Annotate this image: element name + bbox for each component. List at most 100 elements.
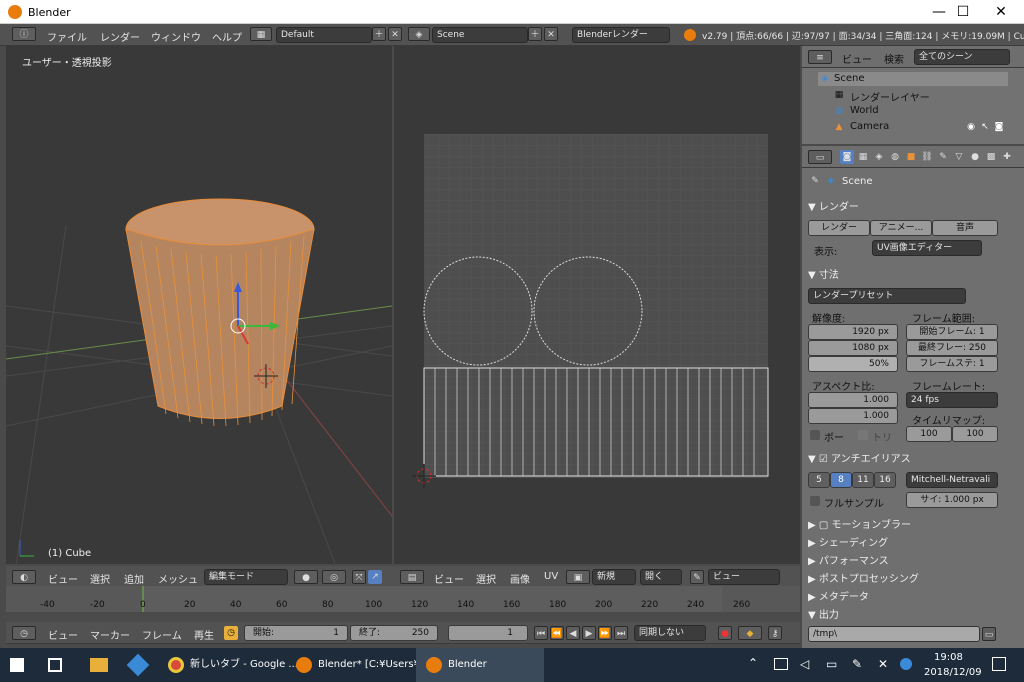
outliner-menu-view[interactable]: ビュー xyxy=(842,51,872,66)
network-icon[interactable]: ▭ xyxy=(826,657,837,671)
play-icon[interactable]: ▶ xyxy=(582,626,596,640)
record-icon[interactable]: ● xyxy=(718,626,732,640)
cloud-icon[interactable] xyxy=(900,658,912,670)
mode-select[interactable]: 編集モード xyxy=(204,569,288,585)
info-editor-icon[interactable]: ⓘ xyxy=(12,27,36,41)
new-image-button[interactable]: 新規 xyxy=(592,569,636,585)
menu-file[interactable]: ファイル xyxy=(47,29,87,44)
shading-icon[interactable]: ● xyxy=(294,570,318,584)
time-remap-new-field[interactable]: 100 xyxy=(952,426,998,442)
taskbar-item-blender-file[interactable]: Blender* [C:¥Users¥... xyxy=(318,648,429,682)
constraints-tab-icon[interactable]: ⛓ xyxy=(920,150,934,164)
aa-samples-16[interactable]: 16 xyxy=(874,472,896,488)
scene-tab-icon[interactable]: ◈ xyxy=(872,150,886,164)
select-cursor-icon[interactable]: ↖ xyxy=(978,120,992,134)
aa-samples-5[interactable]: 5 xyxy=(808,472,830,488)
jump-end-icon[interactable]: ⏭ xyxy=(614,626,628,640)
resolution-x-field[interactable]: 1920 px xyxy=(808,324,898,340)
uv-view-select[interactable]: ビュー xyxy=(708,569,780,585)
menu-window[interactable]: ウィンドウ xyxy=(151,29,201,44)
jump-start-icon[interactable]: ⏮ xyxy=(534,626,548,640)
metadata-section[interactable]: ▶ メタデータ xyxy=(808,588,869,603)
display-select[interactable]: UV画像エディター xyxy=(872,240,982,256)
keyframe-insert-icon[interactable]: ⚷ xyxy=(768,626,782,640)
performance-section[interactable]: ▶ パフォーマンス xyxy=(808,552,889,567)
uv-menu-select[interactable]: 選択 xyxy=(476,571,496,586)
antialiasing-section-header[interactable]: ▼ ☑ アンチエイリアス xyxy=(808,450,911,465)
menu-render[interactable]: レンダー xyxy=(100,29,140,44)
screen-layout-field[interactable]: Default xyxy=(276,27,372,43)
3d-viewport[interactable]: ユーザー・透視投影 (1) Cube xyxy=(6,46,392,564)
visibility-eye-icon[interactable]: ◉ xyxy=(964,120,978,134)
add-scene-icon[interactable]: ＋ xyxy=(528,27,542,41)
texture-tab-icon[interactable]: ▩ xyxy=(984,150,998,164)
render-section-header[interactable]: ▼ レンダー xyxy=(808,198,859,213)
render-image-button[interactable]: レンダー xyxy=(808,220,870,236)
remove-screen-icon[interactable]: ✕ xyxy=(388,27,402,41)
menu-help[interactable]: ヘルプ xyxy=(212,29,242,44)
scene-icon[interactable]: ◈ xyxy=(408,27,430,41)
timeline-menu-playback[interactable]: 再生 xyxy=(194,627,214,642)
timeline-menu-view[interactable]: ビュー xyxy=(48,627,78,642)
scene-field[interactable]: Scene xyxy=(432,27,528,43)
chrome-icon[interactable] xyxy=(168,657,184,673)
post-processing-section[interactable]: ▶ ポストプロセッシング xyxy=(808,570,919,585)
tray-chevron-icon[interactable]: ⌃ xyxy=(748,656,758,670)
blender-taskbar-icon[interactable] xyxy=(296,657,312,673)
render-audio-button[interactable]: 音声 xyxy=(932,220,998,236)
volume-icon[interactable]: ◁ xyxy=(800,657,809,671)
uv-image-editor[interactable] xyxy=(394,46,800,564)
physics-tab-icon[interactable]: ✚ xyxy=(1000,150,1014,164)
remove-scene-icon[interactable]: ✕ xyxy=(544,27,558,41)
frame-rate-select[interactable]: 24 fps xyxy=(906,392,998,408)
viewport-menu-select[interactable]: 選択 xyxy=(90,571,110,586)
app-icon[interactable] xyxy=(126,653,150,677)
filter-size-field[interactable]: サイ: 1.000 px xyxy=(906,492,998,508)
start-button-icon[interactable] xyxy=(10,658,24,672)
image-browse-icon[interactable]: ▣ xyxy=(566,570,590,584)
material-tab-icon[interactable]: ● xyxy=(968,150,982,164)
outliner-item-scene[interactable]: Scene xyxy=(834,73,865,84)
render-layers-tab-icon[interactable]: ▦ xyxy=(856,150,870,164)
outliner-menu-search[interactable]: 検索 xyxy=(884,51,904,66)
play-reverse-icon[interactable]: ◀ xyxy=(566,626,580,640)
motion-blur-section[interactable]: ▶ ▢ モーションブラー xyxy=(808,516,911,531)
pivot-icon[interactable]: ◎ xyxy=(322,570,346,584)
viewport-menu-mesh[interactable]: メッシュ xyxy=(158,571,198,586)
render-animation-button[interactable]: アニメー... xyxy=(870,220,932,236)
uv-editor-type-icon[interactable]: ▤ xyxy=(400,570,424,584)
taskbar-item-blender[interactable]: Blender xyxy=(448,648,487,682)
aa-samples-11[interactable]: 11 xyxy=(852,472,874,488)
start-frame-field[interactable]: 開始: 1 xyxy=(244,625,348,641)
world-tab-icon[interactable]: ◍ xyxy=(888,150,902,164)
modifiers-tab-icon[interactable]: ✎ xyxy=(936,150,950,164)
end-frame-field[interactable]: 終了: 250 xyxy=(350,625,438,641)
render-tab-icon[interactable]: ◙ xyxy=(840,150,854,164)
properties-type-icon[interactable]: ▭ xyxy=(808,150,832,164)
timeline-type-icon[interactable]: ◷ xyxy=(12,626,36,640)
viewport-menu-add[interactable]: 追加 xyxy=(124,571,144,586)
open-image-button[interactable]: 開く xyxy=(640,569,682,585)
aa-filter-select[interactable]: Mitchell-Netravali xyxy=(906,472,998,488)
output-section-header[interactable]: ▼ 出力 xyxy=(808,606,839,621)
dimensions-section-header[interactable]: ▼ 寸法 xyxy=(808,266,839,281)
frame-end-field[interactable]: 最終フレー: 250 xyxy=(906,340,998,356)
object-tab-icon[interactable]: ■ xyxy=(904,150,918,164)
manipulator-icon[interactable]: ⤧ xyxy=(352,570,366,584)
frame-step-field[interactable]: フレームステ: 1 xyxy=(906,356,998,372)
uv-menu-image[interactable]: 画像 xyxy=(510,571,530,586)
notification-icon[interactable] xyxy=(992,657,1006,671)
folder-icon[interactable]: ▭ xyxy=(982,627,996,641)
crop-checkbox[interactable] xyxy=(858,430,868,440)
screen-layout-icon[interactable]: ▦ xyxy=(250,27,272,41)
viewport-menu-view[interactable]: ビュー xyxy=(48,571,78,586)
editor-type-icon[interactable]: ◐ xyxy=(12,570,36,584)
border-checkbox[interactable] xyxy=(810,430,820,440)
uv-menu-view[interactable]: ビュー xyxy=(434,571,464,586)
sync-mode-select[interactable]: 同期しない xyxy=(634,625,706,641)
battery-icon[interactable] xyxy=(774,658,788,670)
add-screen-icon[interactable]: ＋ xyxy=(372,27,386,41)
outliner-item-renderlayer[interactable]: レンダーレイヤー xyxy=(850,89,930,104)
render-engine-select[interactable]: Blenderレンダー xyxy=(572,27,670,43)
pin-icon[interactable]: ✎ xyxy=(690,570,704,584)
